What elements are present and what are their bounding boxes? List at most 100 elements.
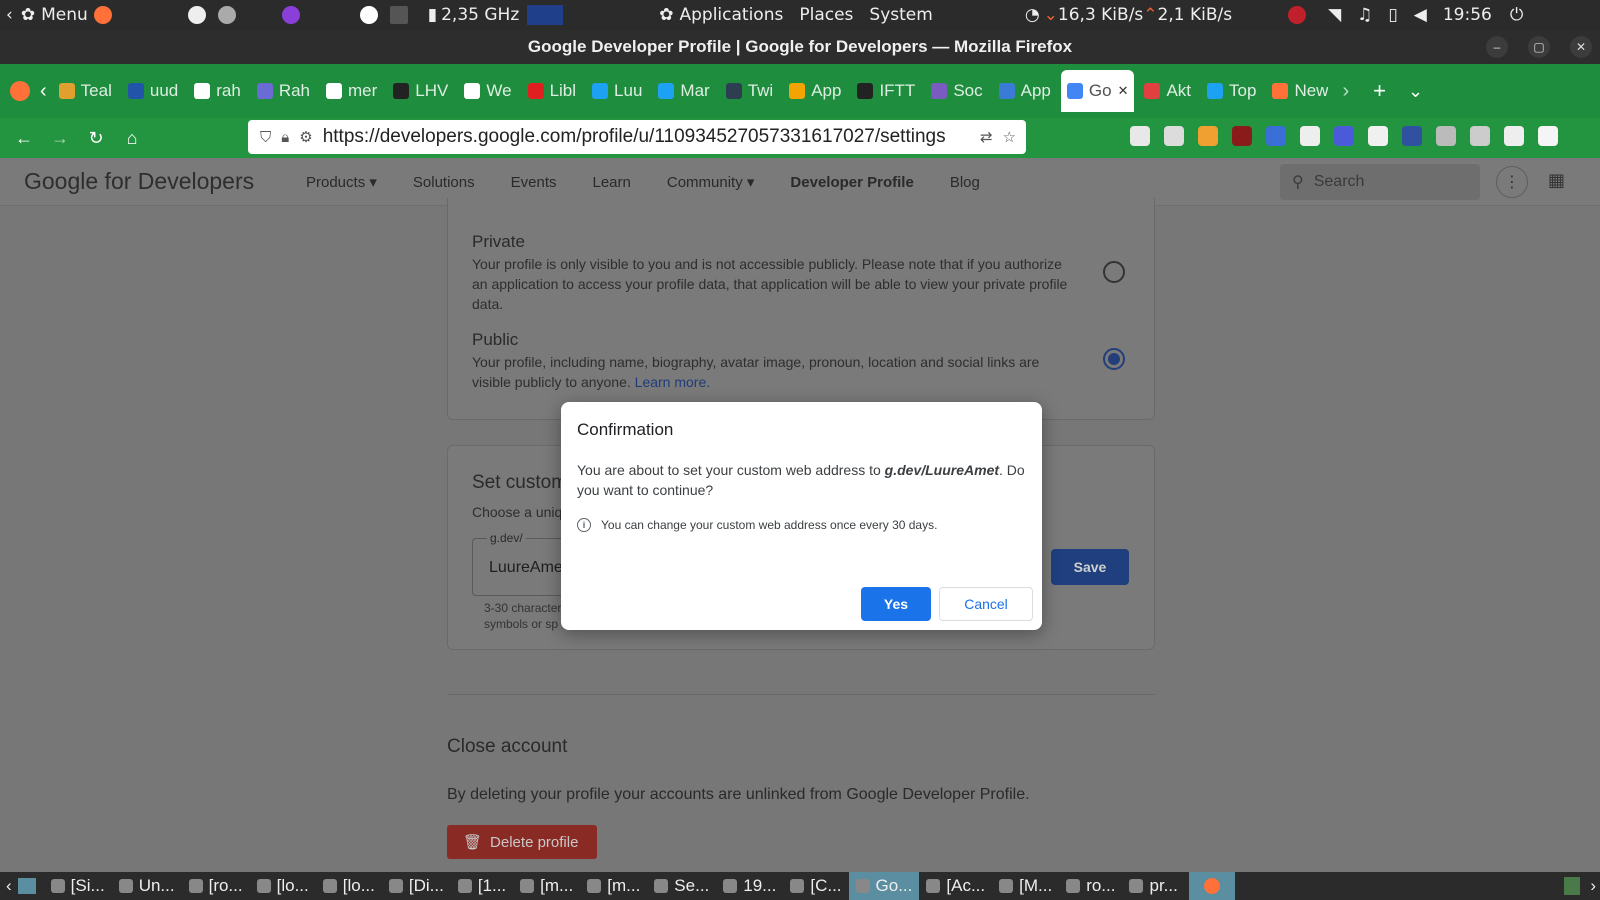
applications-menu[interactable]: ✿ Applications (659, 0, 783, 30)
browser-tab[interactable]: Top (1201, 70, 1262, 112)
site-nav-item[interactable]: Events (511, 174, 557, 191)
private-radio[interactable] (1103, 261, 1125, 283)
address-bar[interactable]: ⛉ 🔒︎ ⚙ https://developers.google.com/pro… (248, 120, 1026, 154)
bookmark-star-icon[interactable]: ☆ (1003, 128, 1016, 146)
volume-icon[interactable]: ◀ (1414, 5, 1427, 25)
site-nav-item[interactable]: Community ▾ (667, 173, 755, 191)
firefox-view-icon[interactable] (10, 81, 30, 101)
translate-icon[interactable]: ⇄ (980, 128, 993, 146)
browser-tab[interactable]: Akt (1138, 70, 1197, 112)
shield-icon[interactable]: ⛉ (260, 129, 271, 146)
settings-gear-icon[interactable] (217, 6, 236, 24)
tab-close-icon[interactable]: ✕ (1118, 83, 1129, 99)
browser-tab[interactable]: We (458, 70, 517, 112)
record-icon[interactable] (1288, 6, 1307, 24)
clock[interactable]: 19:56 (1443, 5, 1492, 25)
app-menu-icon[interactable] (1538, 126, 1558, 146)
battery-icon[interactable]: ▯ (1388, 5, 1397, 25)
taskbar-item[interactable]: 19... (716, 872, 783, 900)
browser-tab[interactable]: Go ✕ (1060, 70, 1135, 112)
trash-tray-icon[interactable] (1564, 877, 1581, 895)
taskbar-item[interactable]: [Si... (44, 872, 112, 900)
taskbar-item[interactable]: [lo... (250, 872, 316, 900)
forward-icon[interactable]: → (42, 128, 78, 149)
scroll-tabs-left-icon[interactable]: ‹ (40, 80, 47, 103)
reload-icon[interactable]: ↻ (78, 128, 114, 149)
browser-tab[interactable]: mer (320, 70, 383, 112)
taskbar-scroll-left-icon[interactable]: ‹ (6, 876, 12, 896)
taskbar-item[interactable]: [m... (513, 872, 580, 900)
ublock-icon[interactable] (1232, 126, 1252, 146)
browser-tab[interactable]: LHV (387, 70, 454, 112)
save-button[interactable]: Save (1051, 549, 1129, 585)
taskbar-item[interactable]: [M... (992, 872, 1059, 900)
more-options-icon[interactable]: ⋮ (1496, 166, 1528, 198)
custom-url-field-value[interactable]: LuureAmet (489, 559, 567, 577)
accessibility-icon[interactable] (187, 6, 206, 24)
terminal-icon[interactable] (389, 6, 408, 24)
browser-tab[interactable]: New (1266, 70, 1334, 112)
yes-button[interactable]: Yes (861, 587, 931, 621)
extensions-puzzle-icon[interactable] (1504, 126, 1524, 146)
chevron-left-icon[interactable]: ‹ (6, 5, 13, 25)
new-tab-icon[interactable]: + (1373, 78, 1386, 104)
url-text[interactable]: https://developers.google.com/profile/u/… (323, 126, 972, 148)
menu-button[interactable]: ‹ ✿ Menu (6, 0, 88, 30)
calendar-icon[interactable] (1300, 126, 1320, 146)
back-icon[interactable]: ← (6, 128, 42, 149)
places-menu[interactable]: Places (799, 0, 853, 30)
extension-badge-icon[interactable] (1266, 126, 1286, 146)
browser-tab[interactable]: Rah (251, 70, 316, 112)
cloud-icon[interactable] (1470, 126, 1490, 146)
taskbar-item[interactable]: Un... (112, 872, 182, 900)
extension-orange-icon[interactable] (1198, 126, 1218, 146)
browser-tab[interactable]: rah (188, 70, 247, 112)
minimize-icon[interactable]: – (1486, 36, 1508, 58)
taskbar-item[interactable]: Go... (848, 872, 920, 900)
id-icon[interactable] (1402, 126, 1422, 146)
pocket-icon[interactable] (1130, 126, 1150, 146)
browser-tab[interactable]: Soc (925, 70, 988, 112)
taskbar-item[interactable]: [Di... (382, 872, 451, 900)
site-search[interactable]: ⚲ Search (1280, 164, 1480, 200)
firefox-launcher-icon[interactable] (93, 6, 112, 24)
taskbar-item[interactable]: pr... (1122, 872, 1184, 900)
filter-icon[interactable] (1368, 126, 1388, 146)
browser-tab[interactable]: Teal (53, 70, 118, 112)
power-icon[interactable]: ⏻ (1510, 5, 1523, 25)
taskbar-item[interactable]: ro... (1059, 872, 1122, 900)
public-radio[interactable] (1103, 348, 1125, 370)
taskbar-item[interactable]: [C... (783, 872, 848, 900)
cpu-freq-indicator[interactable]: ▮ 2,35 GHz (428, 0, 564, 30)
browser-tab[interactable]: uud (122, 70, 184, 112)
language-icon[interactable] (1436, 126, 1456, 146)
home-icon[interactable]: ⌂ (114, 128, 150, 149)
site-nav-item[interactable]: Blog (950, 174, 980, 191)
learn-more-link[interactable]: Learn more. (635, 374, 710, 390)
taskbar-item[interactable]: [m... (580, 872, 647, 900)
browser-tab[interactable]: Libl (522, 70, 582, 112)
browser-tab[interactable]: IFTT (851, 70, 921, 112)
network-monitor[interactable]: ◔ ⌄ 16,3 KiB/s ⌃ 2,1 KiB/s (1025, 0, 1232, 30)
taskbar-item[interactable]: [ro... (182, 872, 250, 900)
taskbar-item[interactable]: [Ac... (919, 872, 992, 900)
site-nav-item[interactable]: Solutions (413, 174, 475, 191)
opera-icon[interactable] (359, 6, 378, 24)
browser-tab[interactable]: App (993, 70, 1057, 112)
maximize-icon[interactable]: ▢ (1528, 36, 1550, 58)
site-nav-item[interactable]: Learn (592, 174, 630, 191)
site-nav-item[interactable]: Products ▾ (306, 173, 377, 191)
browser-tab[interactable]: Twi (720, 70, 780, 112)
account-avatar[interactable]: ▦ (1548, 170, 1572, 194)
notification-bell-icon[interactable]: ♫ (1357, 5, 1372, 25)
taskbar-item[interactable]: [lo... (316, 872, 382, 900)
wifi-icon[interactable]: ◥ (1328, 5, 1341, 25)
permissions-icon[interactable]: ⚙ (299, 128, 312, 146)
link-icon[interactable] (1334, 126, 1354, 146)
delete-profile-button[interactable]: 🗑︎ Delete profile (447, 825, 597, 859)
google-for-developers-logo[interactable]: Google for Developers (24, 168, 254, 195)
podcast-icon[interactable] (281, 6, 300, 24)
close-icon[interactable]: ✕ (1570, 36, 1592, 58)
browser-tab[interactable]: Mar (652, 70, 715, 112)
taskbar-item[interactable]: [1... (451, 872, 513, 900)
